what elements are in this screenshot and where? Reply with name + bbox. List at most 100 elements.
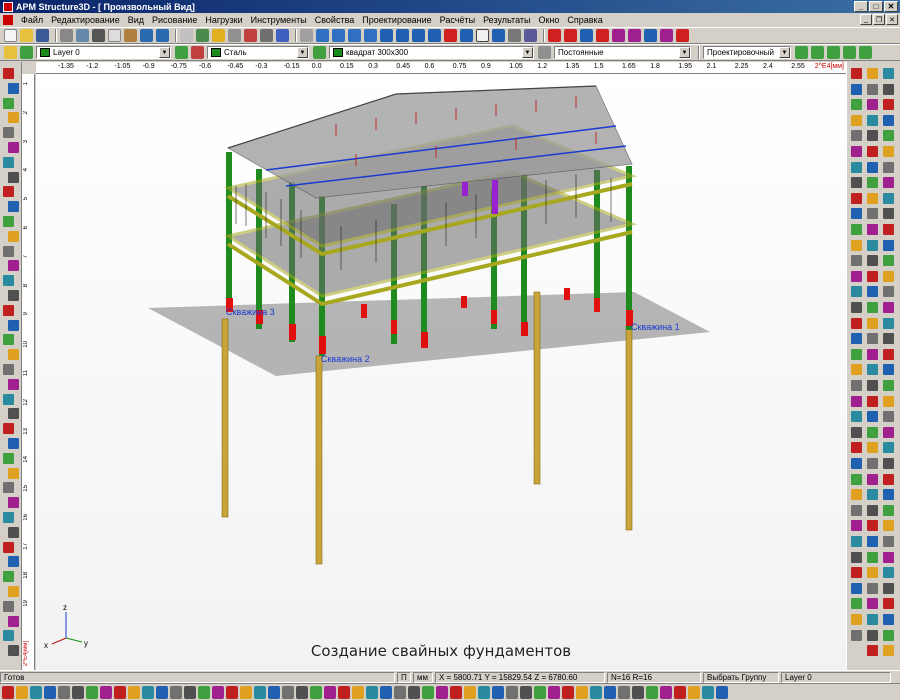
bottom-tool-icon[interactable] (716, 685, 728, 699)
zoom-out-icon[interactable] (412, 29, 425, 42)
draw-tool-icon[interactable] (3, 245, 14, 257)
model-tool-icon[interactable] (883, 317, 894, 329)
bottom-tool-icon[interactable] (702, 685, 714, 699)
temperature-load-icon[interactable] (612, 29, 625, 42)
bottom-tool-icon[interactable] (688, 685, 700, 699)
model-tool-icon[interactable] (867, 614, 878, 625)
measure-icon[interactable] (228, 29, 241, 42)
bottom-tool-icon[interactable] (114, 685, 126, 699)
model-tool-icon[interactable] (867, 68, 878, 79)
borehole-label[interactable]: Скважина 2 (321, 354, 370, 364)
model-tool-icon[interactable] (883, 270, 894, 282)
model-tool-icon[interactable] (883, 224, 894, 235)
model-tool-icon[interactable] (883, 192, 894, 204)
bottom-tool-icon[interactable] (674, 685, 686, 699)
bottom-tool-icon[interactable] (408, 685, 420, 699)
bottom-tool-icon[interactable] (128, 685, 140, 699)
bottom-tool-icon[interactable] (72, 685, 84, 699)
draw-tool-icon[interactable] (8, 349, 19, 361)
move-view-icon[interactable] (444, 29, 457, 42)
bottom-tool-icon[interactable] (16, 685, 28, 699)
distributed-load-icon[interactable] (596, 29, 609, 42)
model-tool-icon[interactable] (851, 208, 862, 220)
model-tool-icon[interactable] (851, 333, 862, 345)
model-tool-icon[interactable] (883, 614, 894, 625)
draw-tool-icon[interactable] (8, 408, 19, 420)
results-icon[interactable] (660, 29, 673, 42)
menu-properties[interactable]: Свойства (311, 15, 359, 25)
view-front-icon[interactable] (316, 29, 329, 42)
model-tool-icon[interactable] (851, 255, 862, 267)
model-tool-icon[interactable] (883, 255, 894, 267)
model-tool-icon[interactable] (867, 208, 878, 220)
model-tool-icon[interactable] (867, 302, 878, 313)
model-tool-icon[interactable] (883, 426, 894, 438)
bottom-tool-icon[interactable] (436, 685, 448, 699)
model-tool-icon[interactable] (867, 270, 878, 282)
draw-tool-icon[interactable] (3, 482, 14, 494)
draw-tool-icon[interactable] (3, 541, 14, 553)
bottom-tool-icon[interactable] (268, 685, 280, 699)
menu-view[interactable]: Вид (124, 15, 148, 25)
draw-tool-icon[interactable] (8, 201, 19, 213)
draw-tool-icon[interactable] (8, 171, 19, 183)
load-case-select[interactable]: Постоянные ▼ (554, 46, 691, 59)
redo-icon[interactable] (156, 29, 169, 42)
menu-tools[interactable]: Инструменты (247, 15, 311, 25)
draw-tool-icon[interactable] (8, 497, 19, 509)
new-file-icon[interactable] (4, 29, 17, 42)
draw-tool-icon[interactable] (8, 526, 19, 538)
menu-loads[interactable]: Нагрузки (201, 15, 246, 25)
model-tool-icon[interactable] (851, 458, 862, 469)
material-props-icon[interactable] (175, 46, 188, 59)
model-tool-icon[interactable] (851, 489, 862, 501)
draw-tool-icon[interactable] (8, 230, 19, 242)
draw-tool-icon[interactable] (3, 68, 14, 79)
menu-window[interactable]: Окно (534, 15, 563, 25)
draw-tool-icon[interactable] (3, 364, 14, 375)
model-tool-icon[interactable] (867, 489, 878, 501)
model-tool-icon[interactable] (851, 411, 862, 423)
view-iso-icon[interactable] (364, 29, 377, 42)
draw-tool-icon[interactable] (8, 467, 19, 479)
model-tool-icon[interactable] (851, 582, 862, 594)
bottom-tool-icon[interactable] (492, 685, 504, 699)
load-force-icon[interactable] (548, 29, 561, 42)
model-tool-icon[interactable] (867, 161, 878, 173)
layer-manager-icon[interactable] (4, 46, 17, 59)
model-tool-icon[interactable] (851, 99, 862, 111)
model-tool-icon[interactable] (851, 348, 862, 360)
model-tool-icon[interactable] (851, 551, 862, 563)
design-wood-icon[interactable] (843, 46, 856, 59)
model-tool-icon[interactable] (851, 302, 862, 313)
bottom-tool-icon[interactable] (170, 685, 182, 699)
model-tool-icon[interactable] (867, 395, 878, 407)
menu-draw[interactable]: Рисование (148, 15, 201, 25)
material-select[interactable]: Сталь ▼ (207, 46, 309, 59)
model-tool-icon[interactable] (867, 567, 878, 579)
bottom-tool-icon[interactable] (86, 685, 98, 699)
calculate-icon[interactable] (644, 29, 657, 42)
section-props-icon[interactable] (313, 46, 326, 59)
model-tool-icon[interactable] (851, 146, 862, 157)
bottom-tool-icon[interactable] (618, 685, 630, 699)
menu-help[interactable]: Справка (563, 15, 606, 25)
model-tool-icon[interactable] (883, 504, 894, 516)
draw-tool-icon[interactable] (8, 645, 19, 657)
model-tool-icon[interactable] (883, 99, 894, 111)
layer-props-icon[interactable] (20, 46, 33, 59)
model-tool-icon[interactable] (867, 458, 878, 469)
model-tool-icon[interactable] (851, 177, 862, 189)
model-tool-icon[interactable] (867, 99, 878, 111)
doc-minimize-button[interactable]: _ (860, 14, 872, 25)
draw-tool-icon[interactable] (3, 216, 14, 227)
bottom-tool-icon[interactable] (478, 685, 490, 699)
model-tool-icon[interactable] (883, 161, 894, 173)
model-tool-icon[interactable] (867, 192, 878, 204)
draw-tool-icon[interactable] (3, 423, 14, 435)
model-tool-icon[interactable] (851, 536, 862, 547)
draw-tool-icon[interactable] (3, 156, 14, 168)
zoom-window-icon[interactable] (428, 29, 441, 42)
draw-tool-icon[interactable] (3, 600, 14, 612)
paste-icon[interactable] (124, 29, 137, 42)
